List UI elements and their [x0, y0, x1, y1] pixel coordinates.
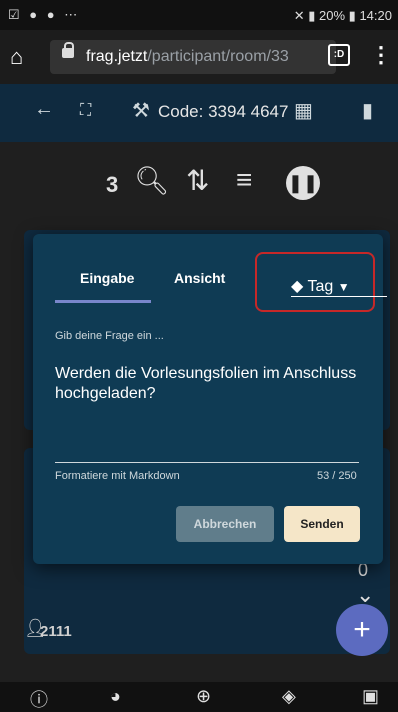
search-icon[interactable]: 🔍︎	[134, 164, 170, 197]
url-field[interactable]: frag.jetzt/participant/room/33	[50, 40, 336, 74]
filter-icon[interactable]: ≡	[236, 164, 252, 196]
globe-icon[interactable]: ⊕	[196, 686, 211, 707]
exit-door-icon[interactable]: ▮	[362, 98, 373, 123]
chevron-down-icon: ▼	[337, 280, 350, 294]
lock-icon	[62, 42, 74, 58]
fullscreen-icon[interactable]: ⛶	[80, 102, 91, 120]
send-button[interactable]: Senden	[284, 506, 360, 542]
battery-icon: ▮	[348, 8, 356, 23]
tab-switcher-button[interactable]: :D	[328, 44, 350, 66]
info-icon[interactable]: ⓘ	[30, 686, 48, 712]
url-path: /participant/room/33	[147, 48, 289, 65]
browser-url-bar: ⌂ frag.jetzt/participant/room/33 :D ⋮	[0, 30, 398, 84]
create-question-dialog: Eingabe Ansicht ◆ Tag ▼ Gib deine Frage …	[33, 234, 387, 564]
input-underline	[55, 462, 359, 463]
status-bar: ☑ ● ● ⋯ ✕ ▮ 20% ▮ 14:20	[0, 0, 398, 30]
tag-icon: ◆	[291, 278, 304, 295]
contact-card-icon[interactable]: ▣	[362, 686, 379, 707]
list-controls: 3 🔍︎ ⇅ ≡ ❚❚	[0, 164, 398, 208]
shield-icon[interactable]: ◈	[282, 686, 296, 707]
signal-icon: ▮	[308, 8, 316, 23]
qr-code-icon[interactable]: ▦	[294, 98, 313, 123]
url-host: frag.jetzt	[86, 48, 148, 65]
overflow-menu-icon[interactable]: ⋮	[370, 42, 392, 68]
question-input-label: Gib deine Frage ein ...	[55, 330, 164, 342]
add-question-button[interactable]: +	[336, 604, 388, 656]
clock: 14:20	[359, 8, 392, 23]
tag-select-label: Tag	[307, 278, 334, 295]
room-code: Code: 3394 4647	[158, 102, 289, 121]
char-counter: 53 / 250	[317, 470, 357, 482]
gavel-icon: ⚒	[132, 100, 150, 122]
sort-icon[interactable]: ⇅	[186, 164, 209, 197]
active-tab-indicator	[55, 300, 151, 303]
app-toolbar: ← ⛶ ⚒ Code: 3394 4647 ▦ ▮	[0, 84, 398, 142]
palette-icon[interactable]: ◕	[110, 686, 121, 707]
battery-level: 20%	[319, 8, 346, 23]
user-count: 2111	[40, 623, 72, 640]
question-input[interactable]: Werden die Vorlesungsfolien im Anschluss…	[55, 364, 371, 404]
bottom-nav: ⓘ ◕ ⊕ ◈ ▣	[0, 682, 398, 711]
back-arrow-icon[interactable]: ←	[34, 98, 54, 121]
question-count: 3	[106, 172, 119, 197]
url-text: frag.jetzt/participant/room/33	[86, 48, 289, 66]
status-right: ✕ ▮ 20% ▮ 14:20	[294, 8, 392, 24]
cancel-button[interactable]: Abbrechen	[176, 506, 274, 542]
pause-icon[interactable]: ❚❚	[286, 166, 320, 200]
tab-ansicht[interactable]: Ansicht	[174, 270, 225, 286]
markdown-hint: Formatiere mit Markdown	[55, 470, 180, 482]
tag-select[interactable]: ◆ Tag ▼	[291, 276, 387, 297]
status-left-icons: ☑ ● ● ⋯	[8, 7, 81, 22]
tab-eingabe[interactable]: Eingabe	[80, 270, 134, 286]
mute-icon: ✕	[293, 8, 305, 23]
home-icon[interactable]: ⌂	[10, 44, 23, 70]
